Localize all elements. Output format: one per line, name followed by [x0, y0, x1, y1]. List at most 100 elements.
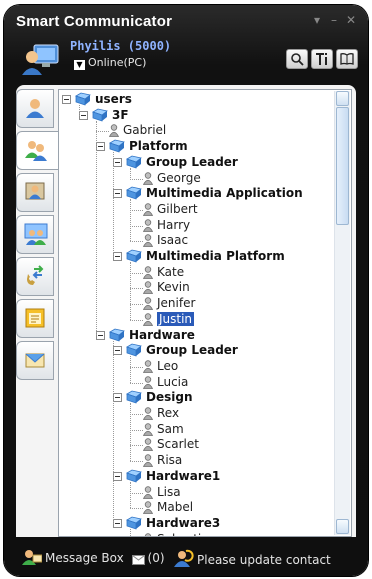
update-contact-notice[interactable]: Please update contact [172, 549, 331, 567]
tree-connector [113, 340, 114, 524]
sidebar-tab-call-transfer[interactable] [16, 257, 54, 296]
tree-user-item[interactable]: Leo [143, 359, 178, 374]
user-avatar-icon[interactable] [20, 43, 60, 77]
tree-user-item[interactable]: George [143, 171, 201, 186]
person-icon [143, 407, 153, 420]
tree-group-item[interactable]: Hardware [96, 328, 195, 343]
chevron-down-icon: ▼ [74, 60, 85, 70]
tree-group-item[interactable]: 3F [79, 108, 129, 123]
tree-user-item[interactable]: Harry [143, 218, 190, 233]
sidebar-tab-users[interactable] [16, 131, 58, 170]
collapse-toggle-icon[interactable] [113, 471, 122, 481]
tree-user-item[interactable]: Jenifer [143, 296, 195, 311]
address-book-button[interactable] [336, 49, 358, 69]
search-button[interactable] [286, 49, 308, 69]
sidebar-tab-contact-card[interactable] [16, 173, 54, 212]
tree-group-item[interactable]: Group Leader [113, 155, 238, 170]
tree-item-label: Leo [157, 358, 179, 373]
tree-connector [113, 152, 114, 257]
message-box-label: Message Box [45, 551, 124, 565]
tree-user-item[interactable]: Gilbert [143, 202, 198, 217]
minimize-icon[interactable]: – [331, 13, 337, 27]
users-group-icon [25, 141, 47, 161]
person-icon [143, 313, 153, 326]
scroll-up-icon[interactable] [336, 91, 349, 106]
tree-connector [130, 528, 131, 536]
tree-item-label: Design [146, 390, 193, 405]
folder-icon [126, 186, 142, 200]
tree-user-item[interactable]: Scarlet [143, 437, 199, 452]
message-box-button[interactable]: Message Box (0) [22, 549, 165, 565]
tree-user-item[interactable]: Kevin [143, 280, 190, 295]
collapse-toggle-icon[interactable] [113, 346, 122, 356]
status-bar: Message Box (0) Please update contact [4, 541, 368, 576]
folder-icon [92, 108, 108, 122]
tree-connector [130, 382, 143, 384]
collapse-toggle-icon[interactable] [113, 157, 122, 167]
folder-icon [126, 390, 142, 404]
tree-user-item[interactable]: Justin [143, 310, 196, 327]
sidebar-tab-user[interactable] [16, 89, 54, 128]
folder-icon [126, 516, 142, 530]
search-icon [291, 53, 304, 66]
collapse-toggle-icon[interactable] [113, 189, 122, 199]
mail-icon [131, 555, 145, 565]
app-title: Smart Communicator [16, 13, 173, 30]
tree-user-item[interactable]: Kate [143, 265, 184, 280]
tree-group-item[interactable]: Multimedia Application [113, 186, 303, 201]
folder-icon [109, 139, 125, 153]
tree-group-item[interactable]: Multimedia Platform [113, 249, 285, 264]
tree-group-item[interactable]: Group Leader [113, 343, 238, 358]
tree-connector [130, 241, 143, 243]
tree-connector [130, 272, 143, 274]
tree-item-label: Group Leader [146, 343, 238, 358]
sidebar-tab-calendar[interactable] [16, 299, 54, 338]
collapse-toggle-icon[interactable] [113, 518, 122, 528]
status-selector[interactable]: ▼ Online(PC) [74, 56, 146, 70]
tree-item-label: Hardware3 [146, 515, 221, 530]
tree-user-item[interactable]: Mabel [143, 500, 193, 515]
person-icon [143, 218, 153, 232]
scroll-down-icon[interactable] [336, 519, 349, 534]
folder-icon [126, 343, 142, 357]
tree-user-item[interactable]: Gabriel [109, 123, 166, 138]
collapse-toggle-icon[interactable] [79, 110, 88, 120]
message-box-icon [22, 550, 42, 565]
tree-group-item[interactable]: Design [113, 390, 193, 405]
tree-user-item[interactable]: Sebastian [143, 532, 216, 536]
status-text: Online(PC) [88, 56, 147, 69]
tree-group-item[interactable]: users [62, 92, 132, 107]
collapse-toggle-icon[interactable] [113, 393, 122, 403]
collapse-toggle-icon[interactable] [96, 330, 105, 340]
tree-item-label: Sebastian [157, 532, 216, 536]
scroll-thumb[interactable] [336, 107, 349, 225]
person-icon [109, 124, 119, 138]
folder-icon [75, 92, 91, 106]
tree-item-label: Rex [157, 406, 180, 420]
tree-item-label: Group Leader [146, 154, 238, 169]
tree-connector [130, 481, 131, 509]
tree-user-item[interactable]: Sam [143, 422, 184, 437]
user-icon [26, 99, 44, 118]
tools-button[interactable] [311, 49, 333, 69]
tree-user-item[interactable]: Rex [143, 406, 179, 421]
person-icon [143, 375, 153, 389]
tree-user-item[interactable]: Risa [143, 453, 182, 468]
tree-group-item[interactable]: Platform [96, 139, 188, 154]
contact-tree-panel: users 3F Gabriel Platform Group Leader George… [58, 89, 352, 537]
collapse-toggle-icon[interactable] [62, 95, 71, 104]
menu-dropdown-icon[interactable]: ▾ [314, 13, 320, 27]
sidebar-tab-message[interactable] [16, 341, 54, 380]
tree-user-item[interactable]: Lisa [143, 485, 181, 500]
tree-user-item[interactable]: Isaac [143, 233, 188, 248]
tree-item-label: Justin [155, 310, 196, 327]
tree-user-item[interactable]: Lucia [143, 375, 188, 390]
vertical-scrollbar[interactable] [334, 91, 350, 535]
tree-item-label: Sam [157, 421, 184, 436]
collapse-toggle-icon[interactable] [96, 142, 105, 152]
tree-connector [130, 319, 143, 321]
collapse-toggle-icon[interactable] [113, 252, 122, 261]
close-icon[interactable]: ✕ [346, 13, 356, 27]
tree-connector [130, 508, 143, 510]
sidebar-tab-conference[interactable] [16, 215, 54, 254]
